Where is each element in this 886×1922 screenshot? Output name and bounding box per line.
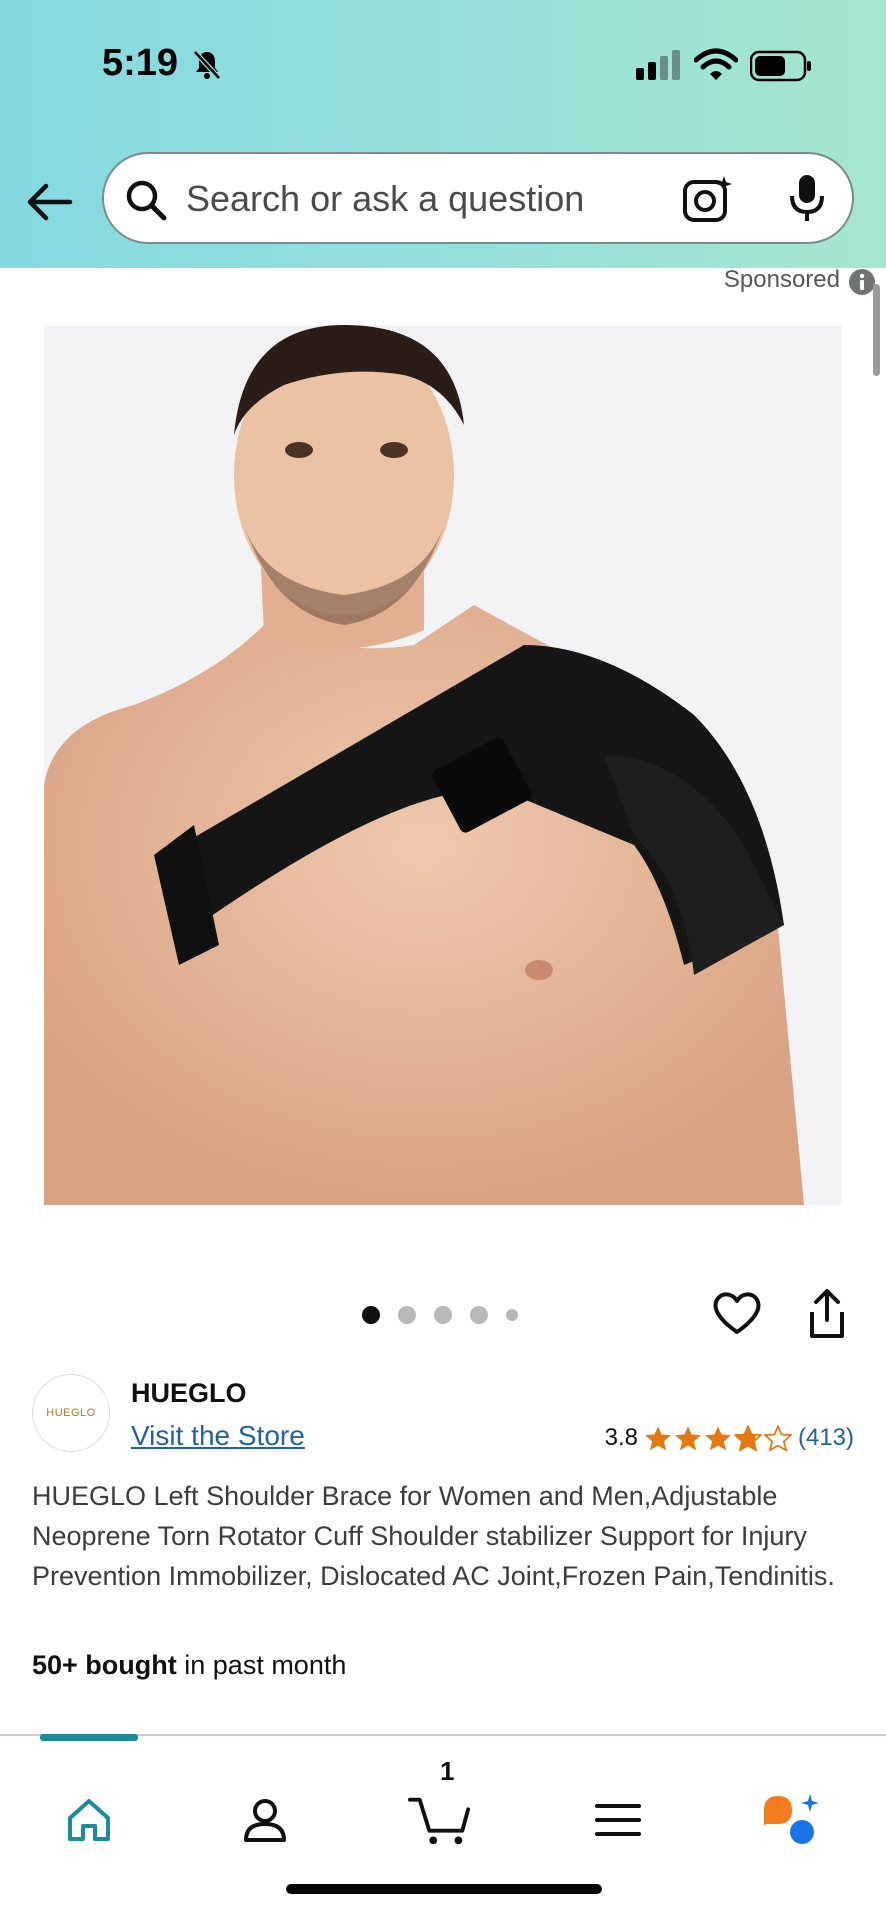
carousel-dot[interactable] [362, 1306, 380, 1324]
product-title: HUEGLO Left Shoulder Brace for Women and… [32, 1481, 835, 1591]
scrollbar[interactable] [873, 284, 880, 376]
heart-icon[interactable] [712, 1290, 762, 1341]
active-tab-indicator [40, 1734, 138, 1741]
cellular-signal-icon [636, 50, 682, 87]
rating-row[interactable]: 3.8 (413) [605, 1424, 854, 1452]
search-icon [124, 178, 168, 227]
star-full-icon [675, 1426, 701, 1451]
wifi-icon [693, 48, 739, 87]
star-empty-icon [763, 1425, 792, 1451]
microphone-icon[interactable] [787, 172, 827, 229]
brand-logo-text: HUEGLO [46, 1407, 96, 1419]
visit-store-link[interactable]: Visit the Store [131, 1420, 305, 1452]
account-icon[interactable] [233, 1788, 297, 1852]
cart-count-badge: 1 [440, 1756, 455, 1786]
star-partial-icon [733, 1425, 762, 1451]
silent-bell-icon [190, 48, 224, 87]
search-input[interactable] [186, 176, 606, 222]
brand-logo[interactable]: HUEGLO [32, 1374, 110, 1452]
menu-icon[interactable] [586, 1788, 650, 1852]
home-icon[interactable] [57, 1788, 121, 1852]
back-arrow-icon[interactable] [24, 176, 76, 228]
search-bar[interactable] [102, 152, 854, 244]
top-header: 5:19 [0, 0, 886, 268]
rating-count: (413) [797, 1424, 854, 1451]
bought-in-past-month: 50+ bought in past month [32, 1650, 346, 1681]
cart-icon[interactable] [408, 1788, 472, 1852]
carousel-dot[interactable] [506, 1309, 518, 1321]
bought-count: 50+ bought [32, 1650, 177, 1680]
star-full-icon [705, 1426, 731, 1451]
battery-icon [749, 50, 812, 87]
home-indicator-bar [286, 1884, 602, 1894]
bought-suffix: in past month [176, 1650, 347, 1680]
rating-value: 3.8 [604, 1424, 638, 1451]
image-carousel-dots[interactable] [362, 1306, 518, 1324]
rufus-icon[interactable] [760, 1788, 824, 1852]
sponsored-label: Sponsored [723, 266, 840, 293]
brand-name: HUEGLO [131, 1378, 247, 1408]
info-icon[interactable] [848, 268, 876, 301]
carousel-dot[interactable] [434, 1306, 452, 1324]
product-image[interactable] [44, 325, 842, 1205]
star-rating [644, 1425, 792, 1451]
carousel-dot[interactable] [398, 1306, 416, 1324]
carousel-dot[interactable] [470, 1306, 488, 1324]
star-full-icon [645, 1426, 671, 1451]
camera-lens-icon[interactable] [682, 174, 734, 229]
share-icon[interactable] [806, 1288, 848, 1345]
status-time: 5:19 [102, 42, 179, 84]
